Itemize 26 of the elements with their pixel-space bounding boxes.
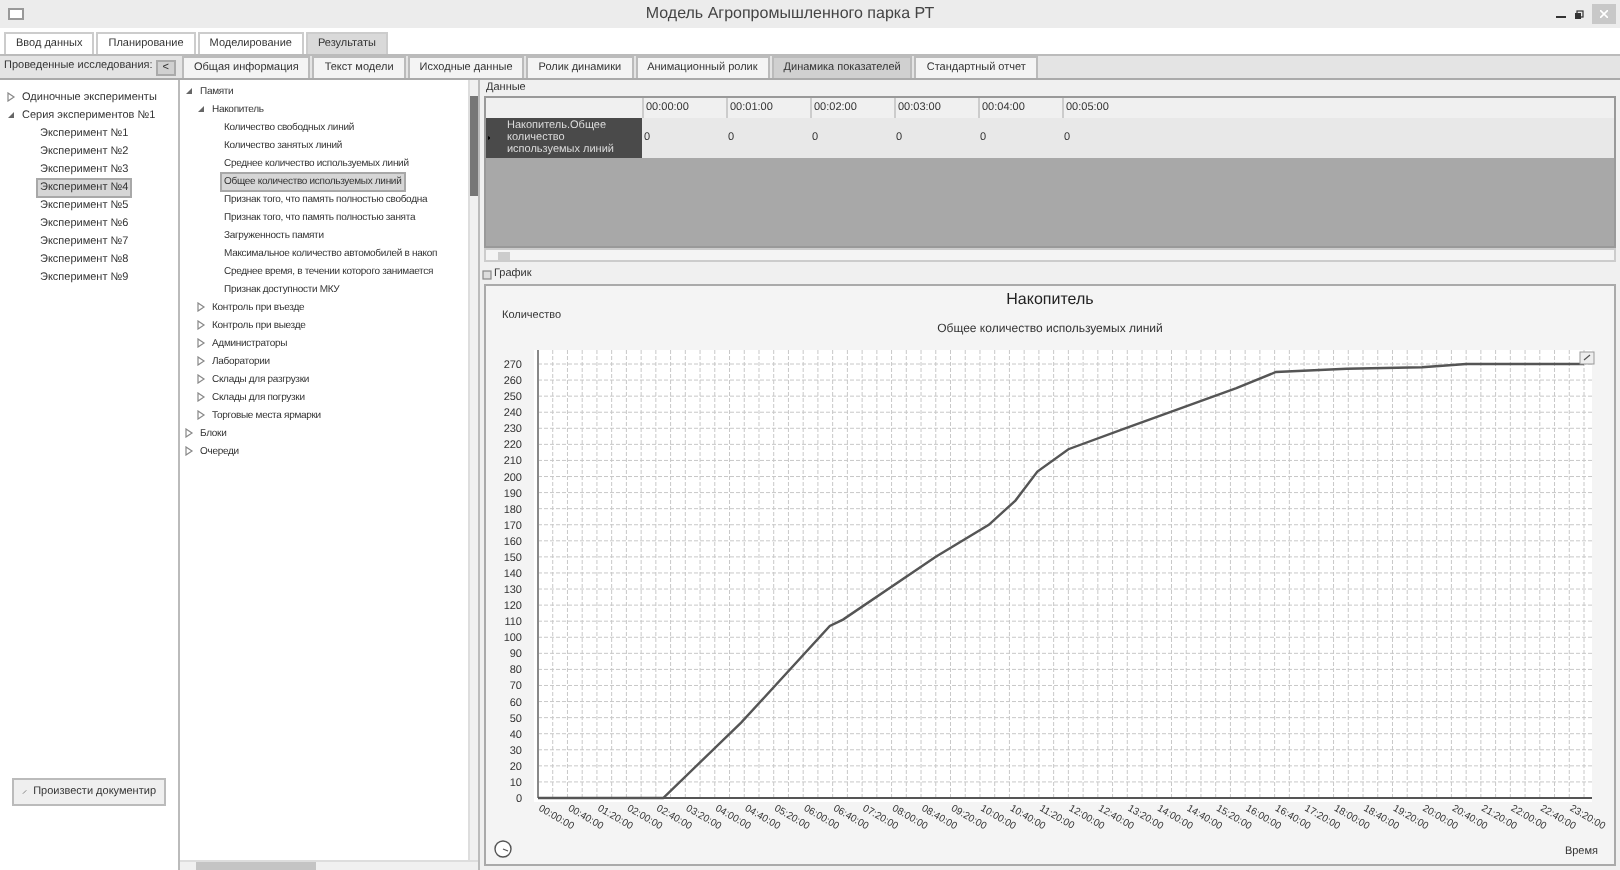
expanded-arrow-icon[interactable] <box>184 86 194 96</box>
collapsed-arrow-icon[interactable] <box>6 92 16 102</box>
expanded-arrow-icon[interactable] <box>6 110 16 120</box>
chart-title: Накопитель <box>1004 290 1096 310</box>
horizontal-scrollbar[interactable] <box>180 860 478 870</box>
collapsed-arrow-icon[interactable] <box>196 302 206 312</box>
restore-icon[interactable] <box>1574 9 1584 19</box>
close-button[interactable] <box>1592 4 1616 24</box>
row-pointer-icon <box>488 134 491 142</box>
collapsed-arrow-icon[interactable] <box>184 428 194 438</box>
collapse-box-icon[interactable] <box>482 270 492 280</box>
close-icon <box>1600 10 1608 18</box>
vertical-scrollbar[interactable] <box>468 80 478 860</box>
collapsed-arrow-icon[interactable] <box>184 446 194 456</box>
clock-icon[interactable] <box>494 840 512 858</box>
collapsed-arrow-icon[interactable] <box>196 338 206 348</box>
window-title: Модель Агропромышленного парка РТ <box>643 2 937 26</box>
expanded-arrow-icon[interactable] <box>196 104 206 114</box>
collapsed-arrow-icon[interactable] <box>196 374 206 384</box>
app-icon <box>8 8 24 20</box>
collapsed-arrow-icon[interactable] <box>196 356 206 366</box>
grid-scrollbar[interactable] <box>484 248 1616 262</box>
zoom-icon[interactable] <box>1579 351 1595 365</box>
collapsed-arrow-icon[interactable] <box>196 392 206 402</box>
collapsed-arrow-icon[interactable] <box>196 410 206 420</box>
collapsed-arrow-icon[interactable] <box>196 320 206 330</box>
